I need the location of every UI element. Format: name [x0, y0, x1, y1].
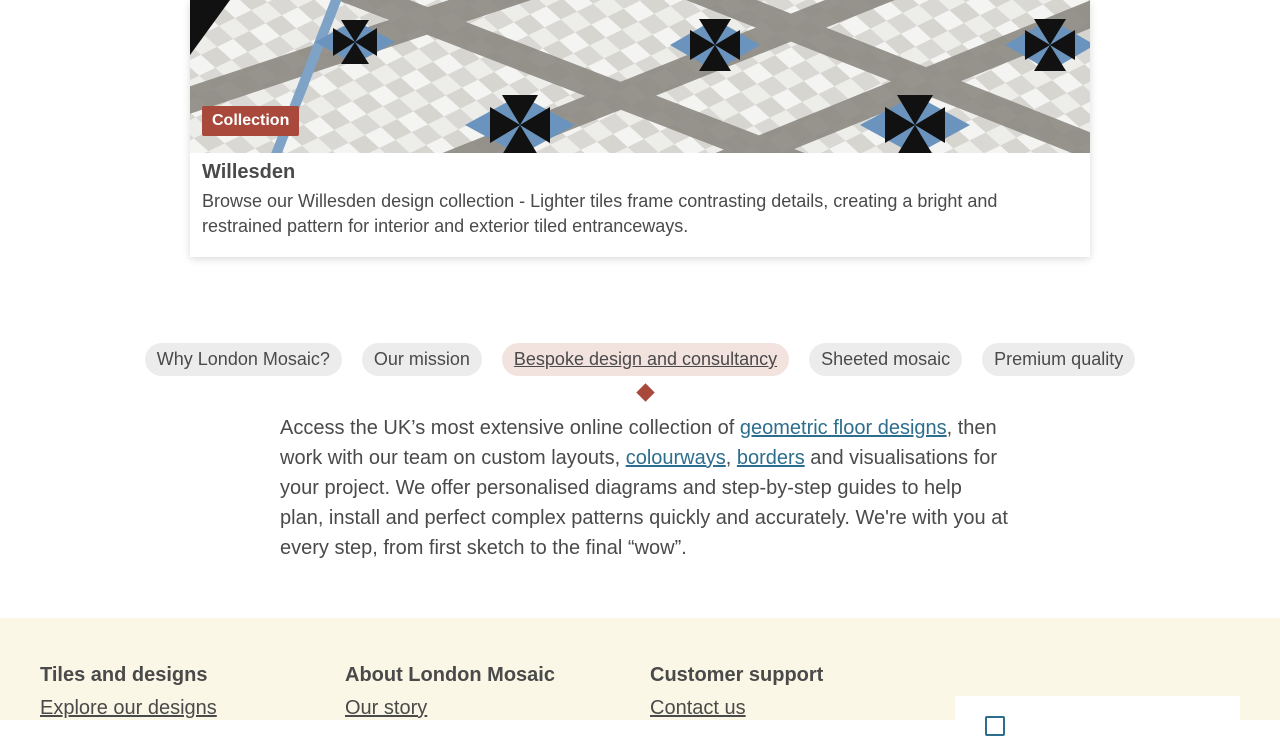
colourways-link[interactable]: colourways [626, 447, 726, 469]
collection-card[interactable]: Collection Willesden Browse our Willesde… [190, 0, 1090, 257]
contact-us-link[interactable]: Contact us [650, 697, 823, 720]
panel-text-segment: , [725, 447, 737, 469]
card-description: Browse our Willesden design collection -… [202, 191, 998, 236]
card-title[interactable]: Willesden [202, 161, 295, 184]
site-footer: Tiles and designs Explore our designs Ab… [0, 618, 1280, 736]
info-tabs: Why London Mosaic? Our mission Bespoke d… [0, 343, 1280, 377]
tab-premium-quality[interactable]: Premium quality [982, 343, 1136, 376]
tab-panel-text: Access the UK’s most extensive online co… [280, 413, 1010, 563]
tab-bespoke-design[interactable]: Bespoke design and consultancy [501, 343, 790, 376]
explore-designs-link[interactable]: Explore our designs [40, 697, 217, 720]
footer-column-tiles: Tiles and designs Explore our designs [40, 664, 217, 720]
footer-column-about: About London Mosaic Our story [345, 664, 555, 720]
footer-heading-tiles: Tiles and designs [40, 664, 208, 686]
tab-our-mission[interactable]: Our mission [361, 343, 482, 376]
collection-badge: Collection [202, 106, 300, 136]
checkbox-icon[interactable] [985, 716, 1005, 736]
footer-column-support: Customer support Contact us [650, 664, 823, 720]
tab-why-london-mosaic[interactable]: Why London Mosaic? [144, 343, 342, 376]
footer-signup-box[interactable] [955, 696, 1240, 736]
tab-sheeted-mosaic[interactable]: Sheeted mosaic [809, 343, 963, 376]
tile-pattern-illustration [190, 0, 1090, 153]
our-story-link[interactable]: Our story [345, 697, 555, 720]
footer-heading-about: About London Mosaic [345, 664, 555, 686]
active-tab-indicator-icon [636, 383, 655, 402]
willesden-tile-image[interactable]: Collection [190, 0, 1090, 153]
borders-link[interactable]: borders [737, 447, 805, 469]
footer-heading-support: Customer support [650, 664, 824, 686]
geometric-floor-designs-link[interactable]: geometric floor designs [740, 417, 947, 439]
panel-text-segment: Access the UK’s most extensive online co… [280, 417, 740, 439]
